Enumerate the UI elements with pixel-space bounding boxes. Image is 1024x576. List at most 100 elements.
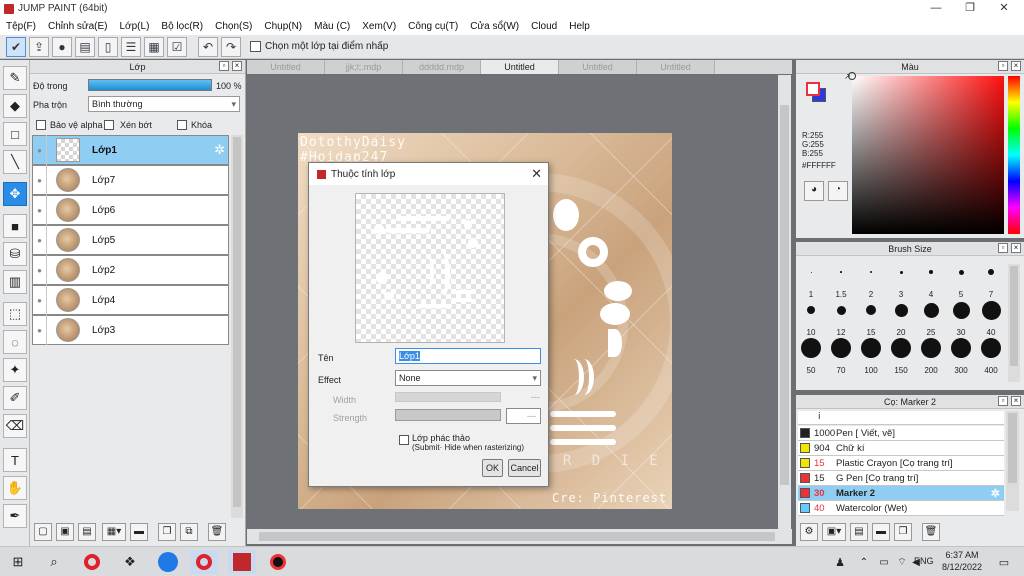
doc-tab-active[interactable]: Untitled [481, 60, 559, 74]
menu-file[interactable]: Tệp(F) [0, 21, 42, 32]
doc-tab[interactable]: jjk;l;.mdp [325, 60, 403, 74]
app-icon-grid[interactable]: ❖ [116, 550, 144, 574]
brush-size-option[interactable]: 30 [946, 301, 976, 337]
select-eraser-icon[interactable]: ⌫ [3, 414, 27, 438]
doc-tab[interactable]: ddddd.mdp [403, 60, 481, 74]
hand-tool-icon[interactable]: ✋ [3, 476, 27, 500]
menu-tools[interactable]: Công cụ(T) [402, 21, 464, 32]
protect-alpha-checkbox[interactable] [36, 120, 46, 130]
visibility-icon[interactable]: ● [33, 195, 47, 225]
brush-size-option[interactable]: 4 [916, 270, 946, 299]
notification-icon[interactable]: ▭ [990, 550, 1018, 574]
foreground-color-swatch[interactable] [806, 82, 820, 96]
brush-size-option[interactable]: 2 [856, 271, 886, 299]
brush-size-option[interactable]: 200 [916, 338, 946, 375]
gear-icon[interactable]: ✲ [991, 487, 1000, 500]
menu-window[interactable]: Cửa sổ(W) [464, 21, 525, 32]
eraser-tool-icon[interactable]: ◆ [3, 94, 27, 118]
brush-list-item[interactable]: 15 Plastic Crayon [Cọ trang trí] [798, 456, 1004, 471]
panel-close-icon[interactable]: × [232, 61, 242, 71]
cloud-sync-icon[interactable]: ✔ [6, 36, 26, 57]
export-icon[interactable]: ⇪ [29, 36, 49, 57]
menu-capture[interactable]: Chụp(N) [258, 21, 308, 32]
brush-size-option[interactable]: 3 [886, 270, 916, 299]
language-indicator[interactable]: ENG [914, 556, 934, 566]
brush-size-option[interactable]: 20 [886, 303, 916, 337]
gradient-tool-icon[interactable]: ▥ [3, 270, 27, 294]
doc-tab[interactable]: Untitled [247, 60, 325, 74]
new-layer-icon[interactable]: ▢ [34, 523, 52, 541]
grid-settings-icon[interactable]: ▦ [144, 36, 164, 57]
brush-size-option[interactable]: 100 [856, 338, 886, 375]
brush-size-option[interactable]: 12 [826, 305, 856, 337]
menu-filter[interactable]: Bộ lọc(R) [155, 21, 209, 32]
jump-paint-icon[interactable] [228, 550, 256, 574]
menu-edit[interactable]: Chỉnh sửa(E) [42, 21, 114, 32]
brush-list-item[interactable]: 1000 Pen [ Viết, vẽ] [798, 426, 1004, 441]
clock-time[interactable]: 6:37 AM [942, 550, 982, 560]
page-icon[interactable]: ▯ [98, 36, 118, 57]
palette-settings-icon[interactable]: ◔ [828, 181, 848, 201]
clipping-checkbox[interactable] [104, 120, 114, 130]
cancel-button[interactable]: Cancel [508, 459, 541, 477]
opera-icon[interactable] [78, 550, 106, 574]
bucket-tool-icon[interactable]: ⛁ [3, 242, 27, 266]
fill-rect-tool-icon[interactable]: ■ [3, 214, 27, 238]
layer-row[interactable]: ● Lớp2 [32, 255, 229, 285]
add-layer-menu-icon[interactable]: ▦▾ [102, 523, 126, 541]
hue-slider[interactable] [1008, 76, 1020, 234]
brush-folder-icon[interactable]: ▬ [872, 523, 890, 541]
brush-list-item[interactable]: 904 Chữ kí [798, 441, 1004, 456]
panel-close-icon[interactable]: × [1011, 243, 1021, 253]
menu-help[interactable]: Help [563, 21, 596, 32]
undock-icon[interactable]: ▫ [219, 61, 229, 71]
brush-duplicate-icon[interactable]: ❐ [894, 523, 912, 541]
close-window-button[interactable]: ✕ [986, 0, 1022, 17]
brush-size-option[interactable]: 1.5 [826, 271, 856, 299]
brush-size-option[interactable]: 70 [826, 338, 856, 375]
canvas-vertical-scrollbar[interactable] [778, 75, 791, 529]
windows-start-icon[interactable]: ⊞ [4, 550, 32, 574]
undock-icon[interactable]: ▫ [998, 243, 1008, 253]
select-pen-icon[interactable]: ✐ [3, 386, 27, 410]
doc-tab[interactable]: Untitled [637, 60, 715, 74]
color-picker-square[interactable] [848, 72, 1004, 234]
rectangle-tool-icon[interactable]: □ [3, 122, 27, 146]
menu-cloud[interactable]: Cloud [525, 21, 563, 32]
brush-list-item[interactable]: 30 Marker 2 ✲ [798, 486, 1004, 501]
brush-settings-icon[interactable]: ⚙ [800, 523, 818, 541]
redo-icon[interactable]: ↷ [221, 36, 241, 57]
rect-select-icon[interactable]: ⬚ [3, 302, 27, 326]
magic-wand-icon[interactable]: ✦ [3, 358, 27, 382]
undock-icon[interactable]: ▫ [998, 396, 1008, 406]
opacity-slider[interactable] [88, 79, 212, 91]
new-layer-1bit-icon[interactable]: ▤ [78, 523, 96, 541]
visibility-icon[interactable]: ● [33, 135, 47, 165]
brush-size-option[interactable]: 7 [976, 269, 1006, 299]
speech-bubble-icon[interactable]: ● [52, 36, 72, 57]
brush-size-option[interactable]: 25 [916, 302, 946, 337]
visibility-icon[interactable]: ● [33, 315, 47, 345]
close-icon[interactable]: ✕ [531, 166, 542, 182]
brush-size-option[interactable]: 40 [976, 300, 1006, 337]
menu-color[interactable]: Màu (C) [308, 21, 356, 32]
pick-layer-checkbox[interactable] [250, 41, 261, 52]
text-tool-icon[interactable]: T [3, 448, 27, 472]
document-list-icon[interactable]: ☰ [121, 36, 141, 57]
add-brush-menu-icon[interactable]: ▣▾ [822, 523, 846, 541]
merge-layer-icon[interactable]: ⧉ [180, 523, 198, 541]
restore-button[interactable]: ❐ [952, 0, 988, 17]
layer-scrollbar[interactable] [231, 135, 243, 518]
record-icon[interactable] [264, 550, 292, 574]
search-icon[interactable]: ⌕ [40, 550, 68, 574]
brush-size-option[interactable]: 400 [976, 338, 1006, 375]
opera-active-icon[interactable] [190, 550, 218, 574]
checklist-icon[interactable]: ☑ [167, 36, 187, 57]
brush-delete-icon[interactable]: 🗑 [922, 523, 940, 541]
brush-scrollbar[interactable] [1008, 264, 1020, 382]
undock-icon[interactable]: ▫ [998, 61, 1008, 71]
folder-icon[interactable]: ▬ [130, 523, 148, 541]
brush-list-item[interactable]: 15 G Pen [Cọ trang trí] [798, 471, 1004, 486]
brush-size-option[interactable]: 50 [796, 338, 826, 375]
brush-size-option[interactable]: 150 [886, 338, 916, 375]
